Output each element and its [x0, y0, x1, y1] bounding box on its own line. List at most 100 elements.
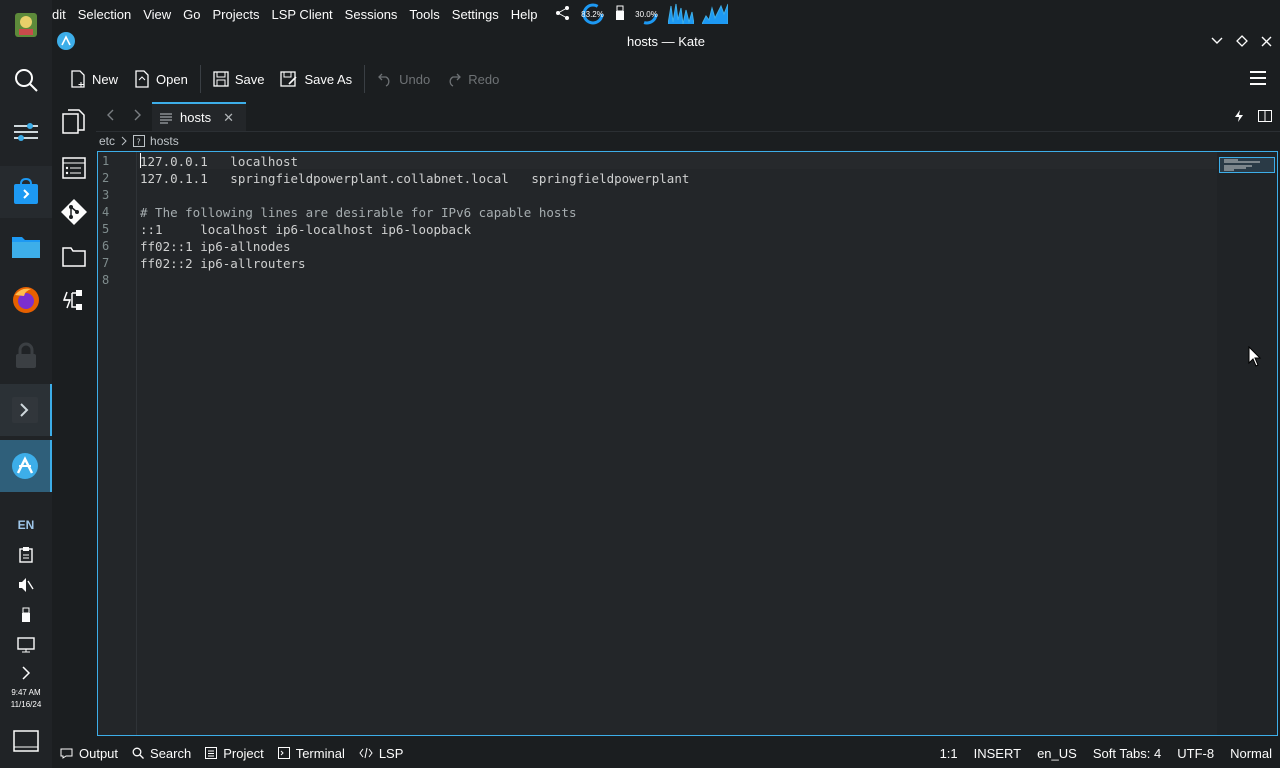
menu-go[interactable]: Go: [177, 7, 206, 22]
code-line[interactable]: # The following lines are desirable for …: [140, 204, 577, 221]
menu-projects[interactable]: Projects: [207, 7, 266, 22]
system-settings-icon[interactable]: [0, 106, 52, 158]
editor-view[interactable]: 1 2 3 4 5 6 7 8 127.0.0.1 localhost 127.0.1.1 sp…: [97, 151, 1278, 736]
network-icon[interactable]: [554, 4, 572, 25]
new-button[interactable]: New: [62, 64, 126, 94]
indentation-settings[interactable]: Soft Tabs: 4: [1085, 746, 1169, 761]
menu-help[interactable]: Help: [505, 7, 544, 22]
open-button[interactable]: Open: [126, 64, 196, 94]
breadcrumb-file[interactable]: hosts: [150, 134, 179, 148]
open-label: Open: [156, 71, 188, 87]
redo-button[interactable]: Redo: [438, 65, 507, 93]
line-number: 5: [102, 222, 110, 236]
menu-edit[interactable]: dit: [52, 7, 72, 22]
redo-label: Redo: [468, 71, 500, 87]
code-line[interactable]: ff02::2 ip6-allrouters: [140, 255, 306, 272]
digital-clock[interactable]: 9:47 AM 11/16/24: [0, 687, 52, 711]
close-tab-icon[interactable]: ✕: [223, 110, 234, 126]
project-tool-button[interactable]: Project: [198, 746, 270, 761]
kate-app-icon[interactable]: [0, 440, 52, 492]
new-label: New: [92, 71, 119, 87]
tab-hosts[interactable]: hosts ✕: [152, 102, 246, 131]
quick-open-icon[interactable]: [1234, 110, 1244, 122]
tab-label: hosts: [180, 110, 212, 125]
menu-settings[interactable]: Settings: [446, 7, 505, 22]
menu-lsp-client[interactable]: LSP Client: [265, 7, 338, 22]
search-label: Search: [150, 745, 192, 761]
input-mode[interactable]: Normal: [1222, 746, 1280, 761]
search-icon[interactable]: [0, 58, 52, 102]
project-label: Project: [223, 745, 264, 761]
memory-gauge-label: 30.0%: [635, 9, 658, 19]
line-number: 3: [102, 188, 110, 202]
file-encoding[interactable]: UTF-8: [1169, 746, 1222, 761]
save-label: Save: [234, 71, 265, 87]
symbols-outline-icon[interactable]: [60, 154, 88, 182]
close-window-icon[interactable]: [1257, 32, 1275, 50]
firefox-icon[interactable]: [0, 274, 52, 326]
file-manager-icon[interactable]: [0, 220, 52, 272]
svg-text:?: ?: [137, 138, 141, 147]
display-configuration-icon[interactable]: [0, 633, 52, 657]
line-number: 7: [102, 256, 110, 270]
volume-muted-icon[interactable]: [0, 573, 52, 597]
cpu-gauge[interactable]: 83.2%: [580, 3, 606, 25]
output-tool-button[interactable]: Output: [52, 746, 125, 761]
save-button[interactable]: Save: [205, 65, 273, 93]
show-desktop-icon[interactable]: [0, 728, 52, 754]
discover-store-icon[interactable]: [0, 166, 52, 218]
filesystem-browser-icon[interactable]: [60, 242, 88, 270]
save-as-button[interactable]: Save As: [272, 65, 360, 93]
main-toolbar: New Open Save Save As Undo Redo: [52, 58, 1280, 100]
clock-date: 11/16/24: [10, 700, 42, 709]
clipboard-icon[interactable]: [0, 543, 52, 567]
application-launcher-icon[interactable]: [0, 6, 52, 44]
toolbar-separator: [199, 65, 201, 93]
menu-view[interactable]: View: [137, 7, 177, 22]
minimap-viewport[interactable]: [1219, 157, 1275, 173]
dictionary-language[interactable]: en_US: [1029, 746, 1085, 761]
network-graph-icon[interactable]: [667, 2, 695, 27]
window-titlebar[interactable]: hosts — Kate: [52, 28, 1280, 54]
menu-selection[interactable]: Selection: [72, 7, 137, 22]
code-line[interactable]: 127.0.1.1 springfieldpowerplant.collabne…: [140, 170, 689, 187]
lock-icon[interactable]: [0, 330, 52, 382]
code-line[interactable]: ff02::1 ip6-allnodes: [140, 238, 291, 255]
breadcrumb-folder[interactable]: etc: [99, 134, 115, 148]
navigate-forward-icon[interactable]: [130, 108, 144, 122]
line-number: 2: [102, 171, 110, 185]
undo-button[interactable]: Undo: [369, 65, 438, 93]
chevron-right-icon[interactable]: [0, 661, 52, 685]
projects-tree-icon[interactable]: [60, 286, 88, 314]
terminal-icon: [277, 747, 290, 759]
usb-device-icon[interactable]: [614, 5, 626, 24]
chevron-right-icon: [121, 136, 127, 146]
edit-mode[interactable]: INSERT: [966, 746, 1029, 761]
git-icon[interactable]: [60, 198, 88, 226]
maximize-icon[interactable]: [1233, 32, 1251, 50]
code-line[interactable]: 127.0.0.1 localhost: [140, 153, 298, 170]
minimize-icon[interactable]: [1208, 32, 1226, 50]
menu-tools[interactable]: Tools: [403, 7, 445, 22]
usb-device-icon[interactable]: [0, 603, 52, 627]
text-cursor: [140, 153, 141, 168]
terminal-tool-button[interactable]: Terminal: [271, 746, 352, 761]
lsp-tool-button[interactable]: LSP: [352, 746, 411, 761]
hamburger-menu-icon[interactable]: [1250, 71, 1266, 88]
current-line-highlight: [138, 152, 1218, 169]
line-number: 1: [102, 154, 110, 168]
code-line[interactable]: ::1 localhost ip6-localhost ip6-loopback: [140, 221, 471, 238]
terminal-icon[interactable]: [0, 384, 52, 436]
keyboard-layout-indicator[interactable]: EN: [0, 513, 52, 537]
search-tool-button[interactable]: Search: [125, 746, 198, 761]
cursor-position[interactable]: 1:1: [932, 746, 966, 761]
window-title: hosts — Kate: [626, 34, 706, 49]
memory-gauge[interactable]: 30.0%: [634, 3, 660, 25]
split-view-icon[interactable]: [1258, 110, 1272, 122]
menu-sessions[interactable]: Sessions: [339, 7, 404, 22]
menubar: dit Selection View Go Projects LSP Clien…: [52, 0, 1280, 28]
navigate-back-icon[interactable]: [104, 108, 118, 122]
documents-icon[interactable]: [60, 108, 88, 136]
minimap-scrollbar[interactable]: [1217, 152, 1277, 735]
disk-graph-icon[interactable]: [701, 2, 729, 27]
